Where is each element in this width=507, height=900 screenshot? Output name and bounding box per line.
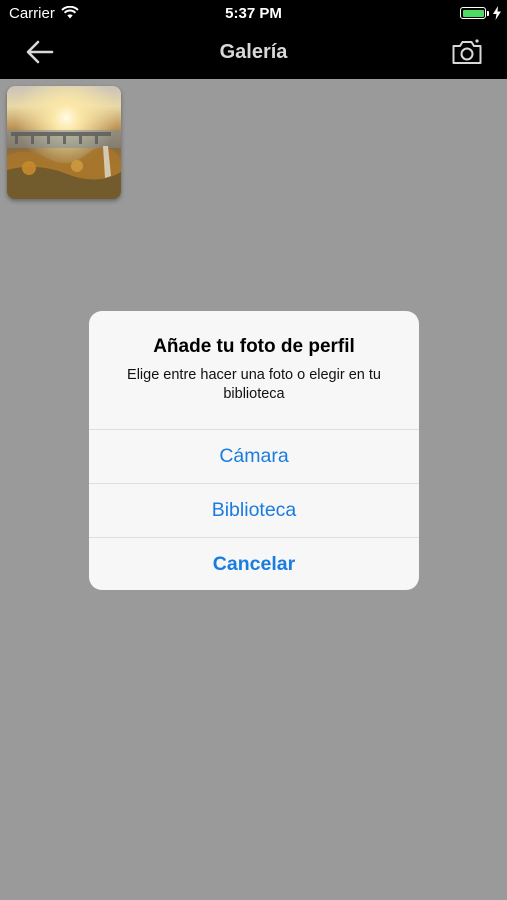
photo-thumbnail[interactable] <box>7 86 121 199</box>
alert-message: Elige entre hacer una foto o elegir en t… <box>127 367 381 402</box>
navigation-bar: Galería <box>0 28 507 79</box>
camera-icon[interactable] <box>451 38 483 66</box>
cancel-button[interactable]: Cancelar <box>89 537 419 590</box>
charging-bolt-icon <box>493 6 501 20</box>
alert-dialog: Añade tu foto de perfil Elige entre hace… <box>89 311 419 590</box>
battery-level <box>462 9 484 17</box>
camera-button[interactable]: Cámara <box>89 429 419 483</box>
status-time: 5:37 PM <box>225 5 282 22</box>
alert-header: Añade tu foto de perfil Elige entre hace… <box>89 311 419 429</box>
status-bar: Carrier 5:37 PM <box>0 0 507 28</box>
battery-icon <box>460 7 486 19</box>
library-button[interactable]: Biblioteca <box>89 483 419 537</box>
top-bar: Carrier 5:37 PM Galería <box>0 0 507 79</box>
photo-image <box>7 86 121 199</box>
page-title: Galería <box>219 41 288 63</box>
battery-tip <box>487 11 489 16</box>
alert-title: Añade tu foto de perfil <box>153 336 355 357</box>
